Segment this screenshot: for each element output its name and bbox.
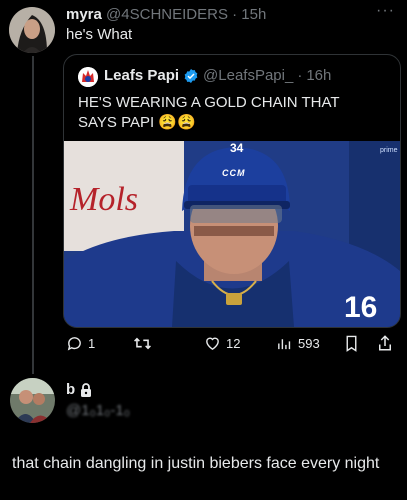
- tweet-header: myra @4SCHNEIDERS · 15h: [66, 6, 266, 23]
- quoted-tweet-card[interactable]: Leafs Papi @LeafsPapi_ · 16h HE'S WEARIN…: [63, 54, 401, 328]
- avatar-myra[interactable]: [9, 7, 55, 53]
- leafs-logo-icon: [78, 67, 98, 87]
- jersey-number: 16: [344, 291, 378, 324]
- verified-badge-icon: [184, 68, 198, 83]
- lock-icon: [81, 382, 92, 397]
- view-count: 593: [298, 336, 320, 351]
- avatar-photo: [9, 7, 55, 53]
- bookmark-button[interactable]: [344, 335, 359, 352]
- quoted-media-image[interactable]: Mols 34 CCM 16 prime: [64, 141, 400, 327]
- quoted-display-name[interactable]: Leafs Papi: [104, 67, 179, 84]
- prime-badge: prime: [380, 147, 398, 154]
- reply-icon: [67, 337, 81, 351]
- reply-button[interactable]: 1: [66, 335, 95, 352]
- helmet-number: 34: [230, 141, 244, 155]
- share-button[interactable]: [377, 334, 393, 352]
- reply-text: that chain dangling in justin biebers fa…: [12, 455, 380, 472]
- timestamp[interactable]: 15h: [241, 6, 266, 23]
- quoted-header: Leafs Papi @LeafsPapi_ · 16h: [104, 67, 331, 84]
- share-icon: [379, 335, 391, 351]
- repost-button[interactable]: [133, 335, 157, 352]
- tweet-text: he's What: [66, 26, 133, 43]
- thread-connector-line: [32, 56, 34, 374]
- reply-count: 1: [88, 336, 96, 351]
- like-count: 12: [226, 336, 241, 351]
- bookmark-icon: [346, 335, 357, 352]
- reply-header: b: [66, 381, 92, 398]
- repost-icon: [134, 337, 151, 350]
- heart-icon: [206, 337, 219, 351]
- quoted-tweet-text: HE'S WEARING A GOLD CHAIN THAT SAYS PAPI…: [78, 94, 340, 131]
- more-options-button[interactable]: ···: [376, 2, 395, 20]
- separator-dot: ·: [232, 6, 238, 23]
- views-chart-icon: [278, 339, 291, 350]
- quoted-avatar[interactable]: [78, 67, 98, 87]
- display-name[interactable]: myra: [66, 6, 102, 23]
- avatar-b[interactable]: [10, 378, 55, 423]
- background-sign-text: Mols: [70, 181, 138, 218]
- handle[interactable]: @4SCHNEIDERS: [106, 6, 228, 23]
- quoted-separator: ·: [297, 67, 303, 84]
- views-button[interactable]: 593: [276, 335, 320, 352]
- helmet-logo: CCM: [222, 168, 246, 178]
- quoted-handle[interactable]: @LeafsPapi_: [203, 67, 293, 84]
- avatar-photo: [10, 378, 55, 423]
- like-button[interactable]: 12: [204, 335, 240, 352]
- reply-display-name[interactable]: b: [66, 381, 75, 398]
- reply-handle[interactable]: @1₀1₀-1₀: [66, 402, 130, 419]
- quoted-timestamp[interactable]: 16h: [306, 67, 331, 84]
